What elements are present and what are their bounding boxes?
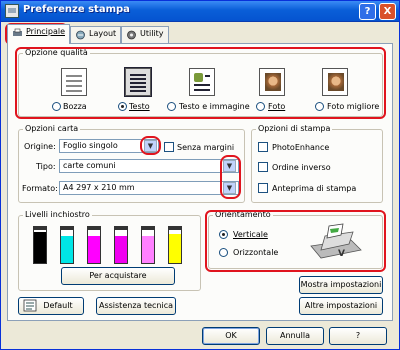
radio-portrait[interactable] (219, 230, 228, 239)
testo-immagine-label: Testo e immagine (179, 102, 250, 111)
printing-preferences-window: Preferenze stampa ? X Principale Layout … (0, 0, 400, 350)
photoenhance-checkbox[interactable] (258, 142, 268, 152)
text-image-document-icon (189, 68, 215, 96)
layout-icon (76, 30, 85, 40)
help-button[interactable]: ? (329, 327, 387, 345)
foto-label: Foto (268, 102, 286, 111)
orientation-legend: Orientamento (213, 210, 273, 219)
ink-cartridge-5 (141, 226, 155, 264)
size-select[interactable]: A4 297 x 210 mm (59, 181, 239, 195)
type-dropdown-arrow[interactable]: ▼ (223, 160, 236, 172)
borderless-label: Senza margini (177, 143, 235, 152)
show-settings-button[interactable]: Mostra impostazioni (299, 276, 383, 294)
tab-layout-label: Layout (89, 29, 117, 38)
tab-principale[interactable]: Principale (7, 24, 71, 44)
portrait-label: Verticale (233, 230, 268, 239)
radio-foto[interactable] (256, 102, 265, 111)
buy-ink-button[interactable]: Per acquistare (61, 267, 175, 285)
photoenhance-label: PhotoEnhance (272, 143, 330, 152)
printer-icon (13, 28, 22, 36)
radio-bozza[interactable] (52, 102, 61, 111)
tab-utility-label: Utility (140, 29, 164, 38)
tab-principale-label: Principale (26, 27, 66, 36)
text-document-icon (124, 67, 152, 97)
radio-foto-migliore[interactable] (315, 102, 324, 111)
radio-landscape[interactable] (219, 248, 228, 257)
photo-icon (259, 68, 285, 96)
print-preview-checkbox[interactable] (258, 183, 268, 193)
cancel-button[interactable]: Annulla (266, 327, 324, 345)
help-title-button[interactable]: ? (359, 3, 376, 20)
technical-support-button[interactable]: Assistenza tecnica (96, 297, 176, 315)
svg-text:V: V (338, 249, 345, 259)
foto-migliore-label: Foto migliore (327, 102, 380, 111)
source-dropdown-arrow[interactable]: ▼ (144, 140, 157, 152)
ink-cartridge-2 (60, 226, 74, 264)
radio-testo[interactable] (118, 102, 127, 111)
close-button[interactable]: X (379, 3, 396, 20)
reverse-order-label: Ordine inverso (272, 163, 331, 172)
landscape-label: Orizzontale (233, 248, 279, 257)
testo-label: Testo (129, 102, 150, 111)
source-label: Origine: (24, 142, 56, 151)
borderless-checkbox[interactable] (164, 142, 174, 152)
tab-utility[interactable]: Utility (121, 26, 169, 43)
quality-group: Opzione qualità Bozza Testo Testo e imma… (18, 48, 383, 117)
ink-cartridge-1 (33, 226, 47, 264)
size-label: Formato: (22, 184, 58, 193)
draft-document-icon (61, 68, 87, 96)
tab-layout[interactable]: Layout (70, 26, 122, 43)
print-preview-label: Anteprima di stampa (272, 184, 357, 193)
quality-legend: Opzione qualità (23, 48, 90, 57)
ink-cartridge-3 (87, 226, 101, 264)
ink-cartridge-4 (114, 226, 128, 264)
printer-app-icon (5, 4, 19, 18)
type-label: Tipo: (36, 162, 56, 171)
ink-cartridge-6 (168, 226, 182, 264)
other-settings-button[interactable]: Altre impostazioni (299, 297, 383, 315)
default-settings-icon (23, 299, 37, 312)
print-options-legend: Opzioni di stampa (256, 124, 333, 133)
type-select[interactable]: carte comuni (59, 159, 239, 173)
paper-legend: Opzioni carta (23, 124, 81, 133)
default-label: Default (43, 301, 73, 310)
reverse-order-checkbox[interactable] (258, 162, 268, 172)
utility-icon (127, 30, 136, 40)
ink-legend: Livelli inchiostro (23, 210, 92, 219)
best-photo-icon (322, 68, 348, 96)
ok-button[interactable]: OK (202, 327, 260, 345)
size-dropdown-arrow[interactable]: ▼ (223, 182, 236, 194)
window-title: Preferenze stampa (23, 4, 130, 15)
printer-orientation-icon: V (310, 223, 362, 259)
radio-testo-immagine[interactable] (167, 102, 176, 111)
bozza-label: Bozza (63, 102, 87, 111)
title-bar: Preferenze stampa ? X (1, 1, 399, 22)
